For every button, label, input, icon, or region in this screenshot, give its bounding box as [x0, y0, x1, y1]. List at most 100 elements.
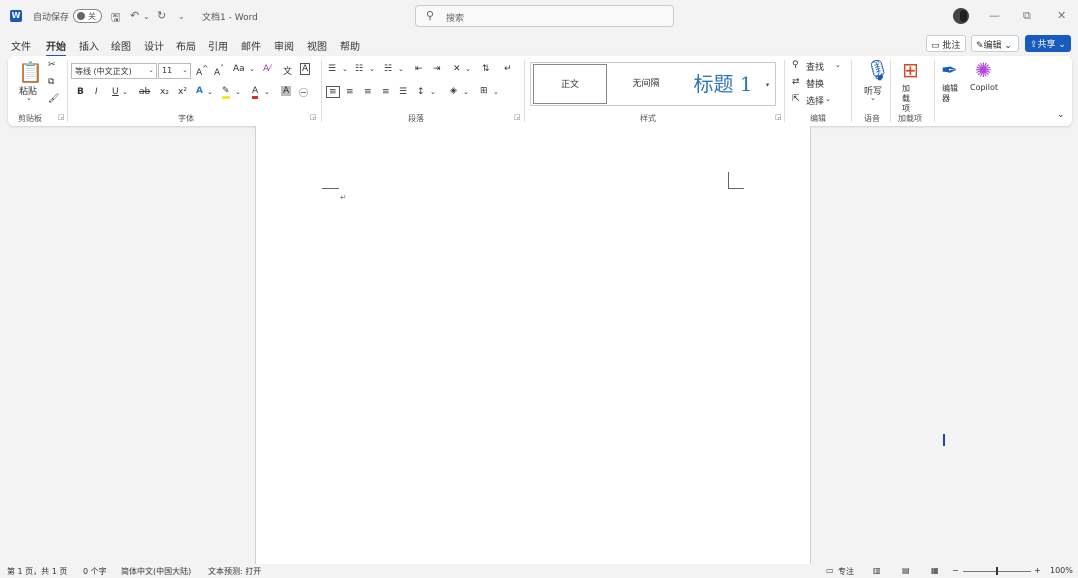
tab-review[interactable]: 审阅 [274, 38, 294, 53]
replace-icon[interactable]: ⇄ [792, 77, 800, 87]
numbering-icon[interactable]: ☷ [355, 64, 363, 74]
change-case-label[interactable]: Aa [233, 64, 245, 74]
editor-label[interactable]: 编辑器 [942, 84, 962, 104]
text-prediction-status[interactable]: 文本预测: 打开 [208, 566, 261, 577]
tab-layout[interactable]: 布局 [176, 38, 196, 53]
minimize-icon[interactable]: — [989, 9, 1000, 22]
cut-icon[interactable]: ✂ [48, 60, 56, 70]
dialog-launcher-icon[interactable]: ◲ [775, 113, 782, 121]
enclose-characters-icon[interactable]: ㊀ [299, 86, 308, 99]
highlight-icon[interactable]: ✎ [222, 86, 230, 99]
bullets-icon[interactable]: ☰ [328, 64, 336, 74]
word-count[interactable]: 0 个字 [83, 566, 107, 577]
line-spacing-icon[interactable]: ↕ [417, 87, 425, 97]
show-marks-icon[interactable]: ↵ [504, 64, 512, 74]
chevron-down-icon[interactable]: ⌄ [235, 88, 241, 96]
read-mode-icon[interactable]: ▥ [873, 566, 881, 575]
clear-formatting-icon[interactable]: A⁄ [263, 64, 271, 74]
font-size-combo[interactable]: 11 ⌄ [158, 63, 191, 79]
tab-mailings[interactable]: 邮件 [241, 38, 261, 53]
justify-icon[interactable]: ≡ [382, 87, 390, 97]
close-icon[interactable]: ✕ [1057, 9, 1066, 22]
align-right-icon[interactable]: ≡ [364, 87, 372, 97]
tab-file[interactable]: 文件 [11, 38, 31, 53]
copilot-label[interactable]: Copilot [970, 83, 998, 92]
style-no-spacing[interactable]: 无间隔 [611, 64, 681, 104]
print-layout-icon[interactable]: ▤ [902, 566, 910, 575]
sort-icon[interactable]: ⇅ [482, 64, 490, 74]
restore-icon[interactable]: ⧉ [1023, 9, 1031, 23]
character-shading-icon[interactable]: A [281, 86, 292, 96]
chevron-down-icon[interactable]: ⌄ [26, 94, 32, 102]
multilevel-list-icon[interactable]: ☵ [384, 64, 392, 74]
save-icon[interactable]: 🖫 [111, 9, 120, 28]
undo-dropdown-icon[interactable]: ⌄ [143, 12, 150, 21]
zoom-slider-handle[interactable] [996, 567, 998, 575]
tab-insert[interactable]: 插入 [79, 38, 99, 53]
grow-font-icon[interactable]: A^ [196, 64, 208, 78]
chevron-down-icon[interactable]: ⌄ [493, 88, 499, 96]
focus-label[interactable]: 专注 [838, 566, 854, 577]
zoom-level[interactable]: 100% [1050, 566, 1073, 575]
editing-mode-button[interactable]: ✎编辑 ⌄ [971, 35, 1019, 52]
addins-grid-icon[interactable]: ⊞ [902, 58, 919, 82]
tab-design[interactable]: 设计 [144, 38, 164, 53]
chevron-down-icon[interactable]: ⌄ [207, 88, 213, 96]
chevron-down-icon[interactable]: ⌄ [463, 88, 469, 96]
character-border-icon[interactable]: A [300, 63, 311, 75]
increase-indent-icon[interactable]: ⇥ [433, 64, 441, 74]
language-indicator[interactable]: 简体中文(中国大陆) [121, 566, 191, 577]
tab-references[interactable]: 引用 [208, 38, 228, 53]
styles-expand-icon[interactable]: ▾ [760, 62, 776, 106]
customize-toolbar-icon[interactable]: ⌄ [178, 12, 185, 21]
zoom-out-icon[interactable]: − [952, 566, 959, 575]
document-page[interactable]: ↵ [255, 126, 811, 564]
superscript-icon[interactable]: x² [178, 87, 187, 97]
chevron-down-icon[interactable]: ⌄ [264, 88, 270, 96]
strikethrough-icon[interactable]: ab [139, 87, 150, 97]
search-box[interactable]: ⚲ 搜索 [415, 5, 674, 27]
text-effects-icon[interactable]: A [196, 86, 203, 96]
align-center-icon[interactable]: ≡ [346, 87, 354, 97]
chevron-down-icon[interactable]: ⌄ [465, 65, 471, 73]
microphone-icon[interactable]: 🎙 [865, 58, 890, 82]
paste-icon[interactable]: 📋 [18, 60, 43, 84]
subscript-icon[interactable]: x₂ [160, 87, 169, 97]
dialog-launcher-icon[interactable]: ◲ [514, 113, 521, 121]
redo-icon[interactable]: ↻ [157, 9, 166, 22]
comments-button[interactable]: ▭ 批注 [926, 35, 966, 52]
style-heading-1[interactable]: 标题 1 [683, 64, 763, 104]
chevron-down-icon[interactable]: ⌄ [430, 88, 436, 96]
dialog-launcher-icon[interactable]: ◲ [310, 113, 317, 121]
decrease-indent-icon[interactable]: ⇤ [415, 64, 423, 74]
select-label[interactable]: 选择 [806, 94, 824, 107]
autosave-toggle[interactable]: 关 [73, 9, 102, 23]
font-color-icon[interactable]: A [252, 86, 259, 99]
align-left-icon[interactable]: ≡ [326, 86, 340, 98]
chevron-down-icon[interactable]: ⌄ [835, 61, 841, 69]
chevron-down-icon[interactable]: ⌄ [369, 65, 375, 73]
style-normal[interactable]: 正文 [533, 64, 607, 104]
shrink-font-icon[interactable]: Aˇ [214, 64, 224, 78]
tab-home[interactable]: 开始 [46, 38, 66, 57]
chevron-down-icon[interactable]: ⌄ [825, 95, 831, 103]
focus-icon[interactable]: ▭ [826, 566, 834, 575]
undo-icon[interactable]: ↶ [130, 9, 139, 22]
collapse-ribbon-icon[interactable]: ⌄ [1057, 110, 1065, 120]
chevron-down-icon[interactable]: ⌄ [122, 88, 128, 96]
copilot-icon[interactable]: ✺ [975, 58, 992, 82]
select-icon[interactable]: ⇱ [792, 94, 800, 104]
web-layout-icon[interactable]: ▦ [931, 566, 939, 575]
chevron-down-icon[interactable]: ⌄ [870, 94, 876, 102]
replace-label[interactable]: 替换 [806, 77, 824, 90]
chevron-down-icon[interactable]: ⌄ [398, 65, 404, 73]
copy-icon[interactable]: ⧉ [48, 77, 54, 87]
find-icon[interactable]: ⚲ [792, 60, 799, 70]
page-count[interactable]: 第 1 页，共 1 页 [7, 566, 67, 577]
share-button[interactable]: ⇪共享 ⌄ [1025, 35, 1071, 52]
distributed-icon[interactable]: ☰ [399, 87, 407, 97]
italic-icon[interactable]: I [95, 87, 98, 97]
addins-button-label[interactable]: 加载项 [902, 84, 916, 114]
phonetic-guide-icon[interactable]: 文 [283, 64, 292, 77]
editor-icon[interactable]: ✒ [941, 58, 958, 82]
